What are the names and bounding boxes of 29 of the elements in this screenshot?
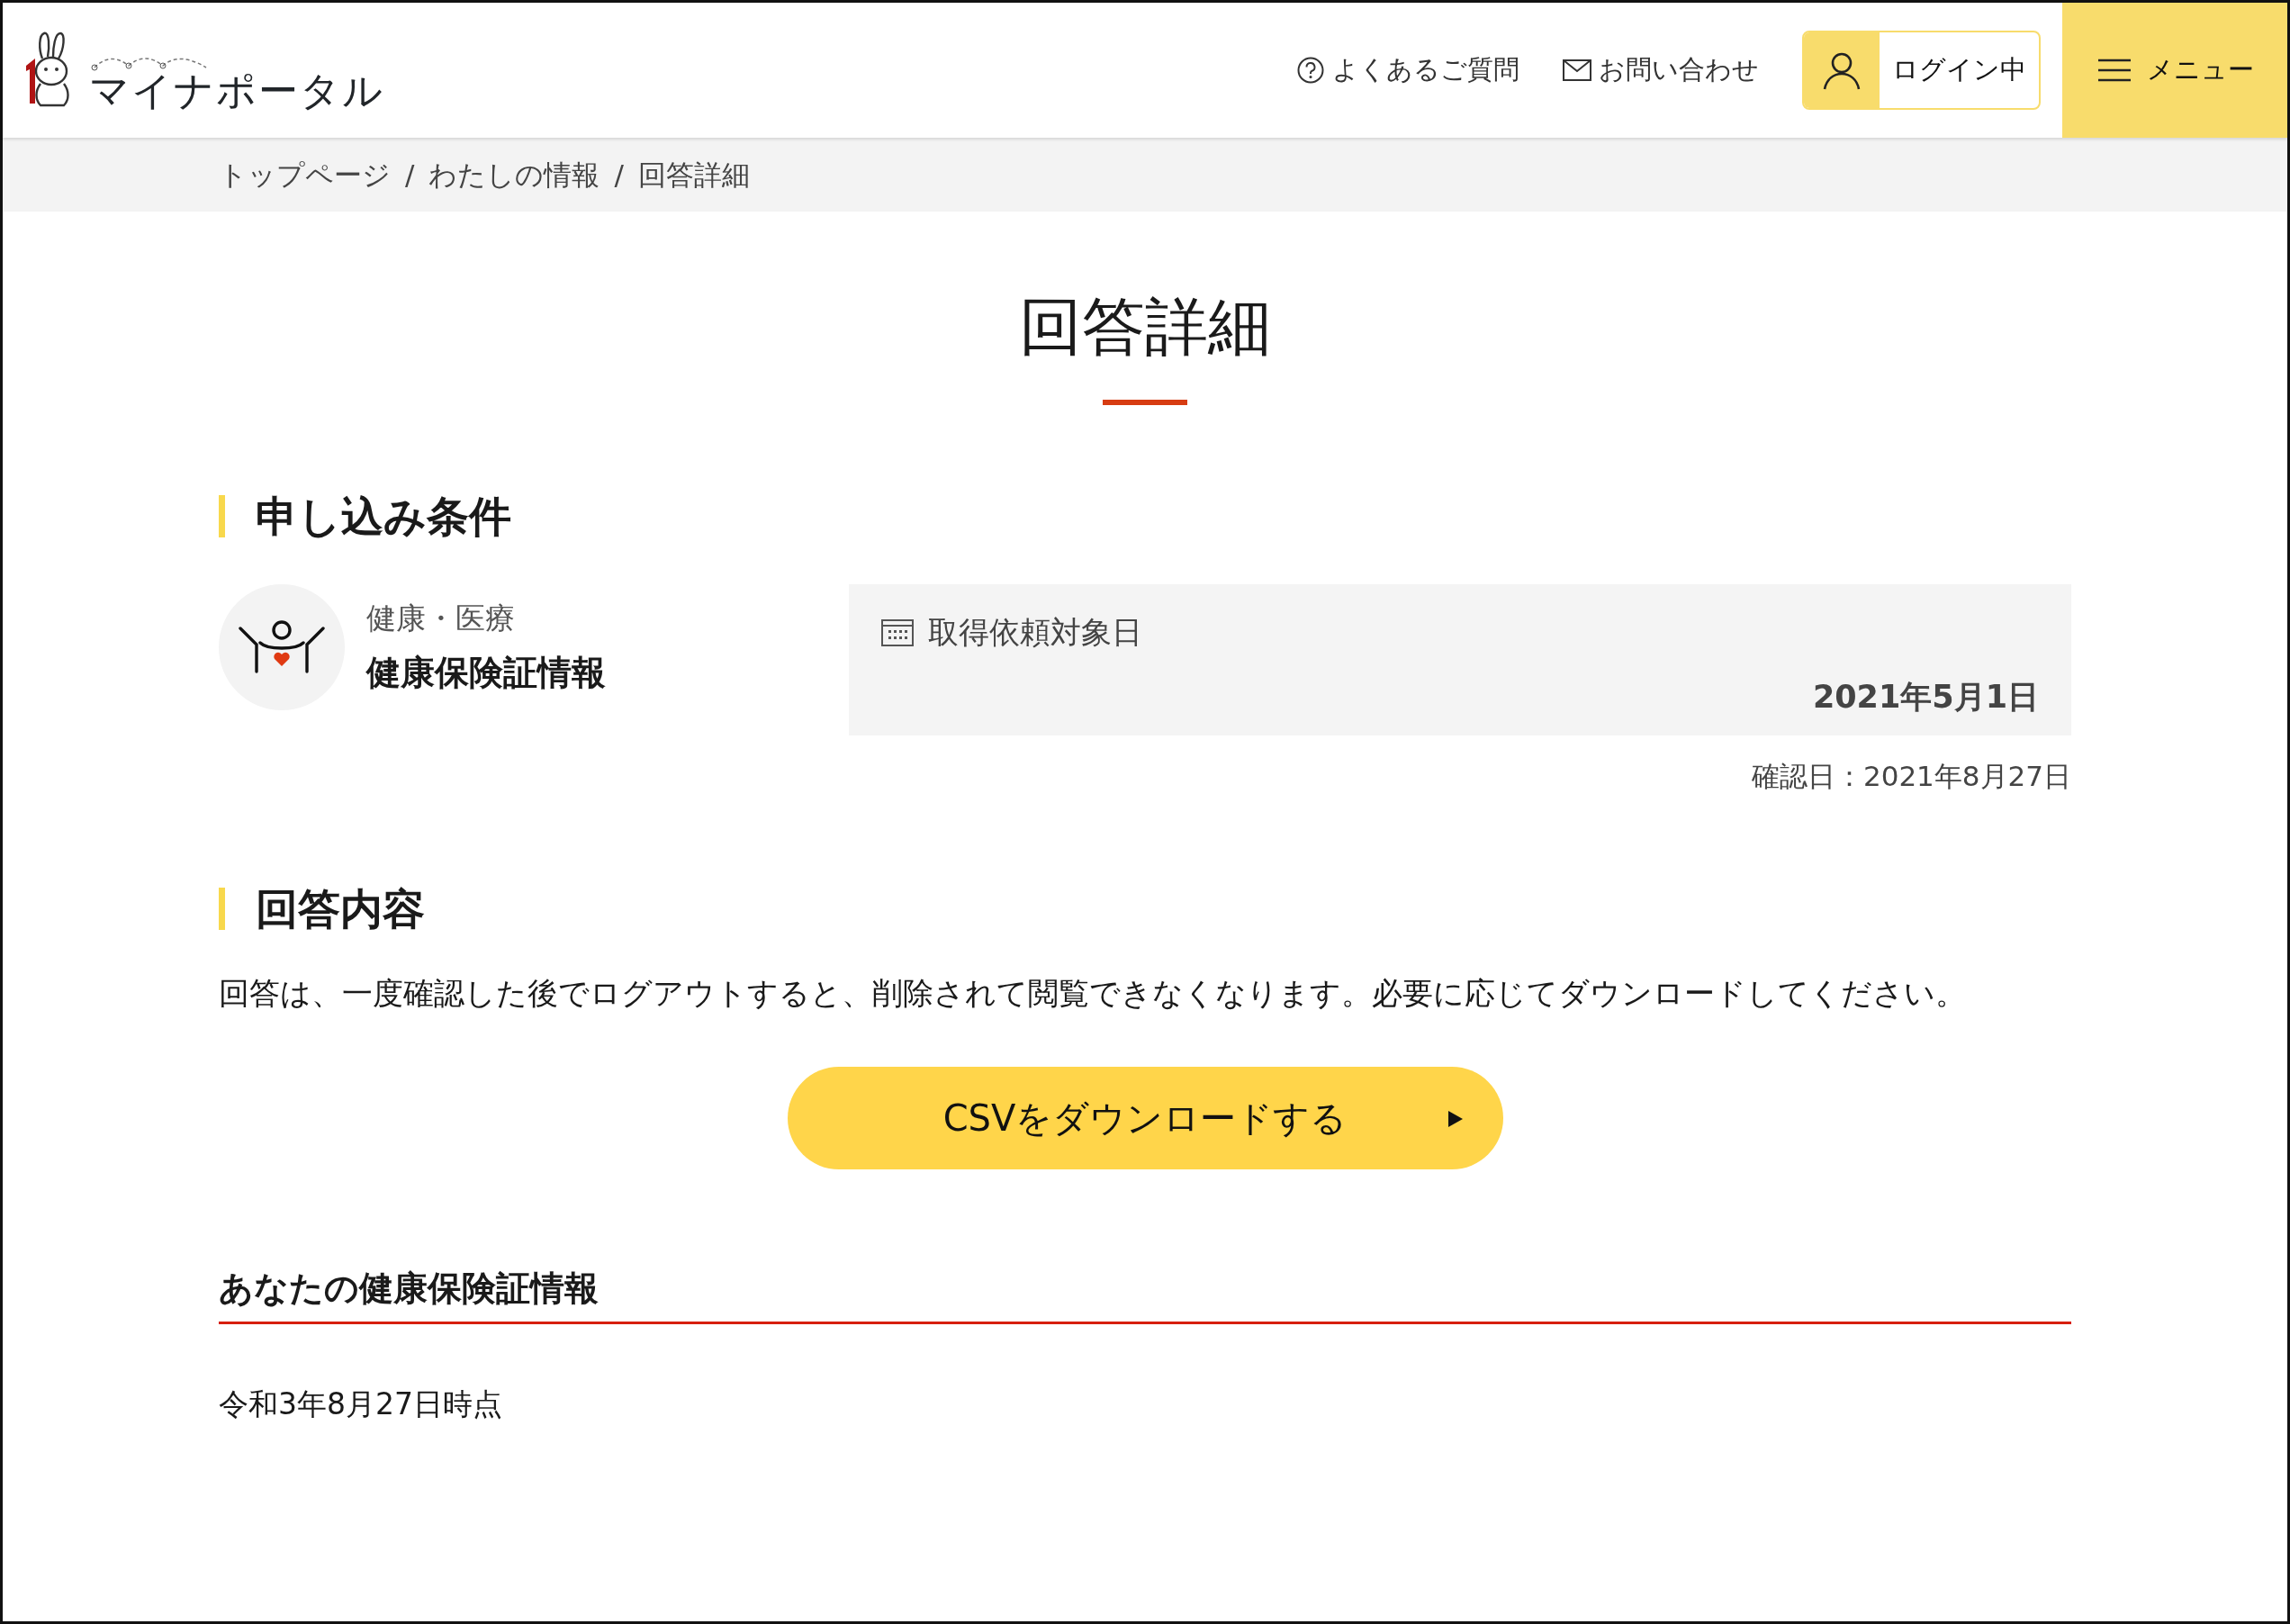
calendar-icon	[881, 618, 914, 646]
breadcrumb-current: 回答詳細	[637, 157, 750, 193]
menu-icon	[2096, 58, 2132, 83]
section-heading: 申し込み条件	[219, 495, 2071, 537]
page-title: 回答詳細	[1018, 293, 1272, 362]
mail-icon	[1563, 59, 1591, 81]
category-label: 健康・医療	[366, 599, 516, 637]
help-icon	[1296, 56, 1325, 85]
confirmed-date: 確認日：2021年8月27日	[1750, 759, 2071, 794]
logo-text: マイナポータル	[89, 71, 384, 111]
breadcrumb-separator: /	[405, 157, 415, 193]
download-csv-button[interactable]: CSVをダウンロードする	[787, 1066, 1503, 1169]
person-heart-icon	[239, 619, 325, 675]
play-triangle-icon	[1447, 1109, 1464, 1128]
notice-text: 回答は、一度確認した後でログアウトすると、削除されて閲覧できなくなります。必要に応じてダウンロードしてください。	[219, 973, 1967, 1013]
service-name: 健康保険証情報	[366, 652, 606, 695]
date-label: 取得依頼対象日	[928, 613, 1142, 652]
login-status-button[interactable]: ログイン中	[1802, 31, 2041, 110]
header-link[interactable]: お問い合わせ	[1563, 50, 1759, 90]
section-heading: 回答内容	[219, 887, 2071, 930]
menu-button[interactable]: メニュー	[2062, 3, 2287, 138]
subheading: あなたの健康保険証情報	[219, 1268, 2071, 1325]
as-of-date: 令和3年8月27日時点	[219, 1385, 503, 1424]
breadcrumb-separator: /	[614, 157, 624, 193]
date-value: 2021年5月1日	[1811, 678, 2039, 717]
header-link[interactable]: よくあるご質問	[1296, 50, 1519, 90]
logo-link[interactable]: マイナポータル	[24, 30, 384, 111]
breadcrumb-link[interactable]: わたしの情報	[428, 153, 600, 196]
breadcrumb-link[interactable]: トップページ	[219, 153, 391, 196]
